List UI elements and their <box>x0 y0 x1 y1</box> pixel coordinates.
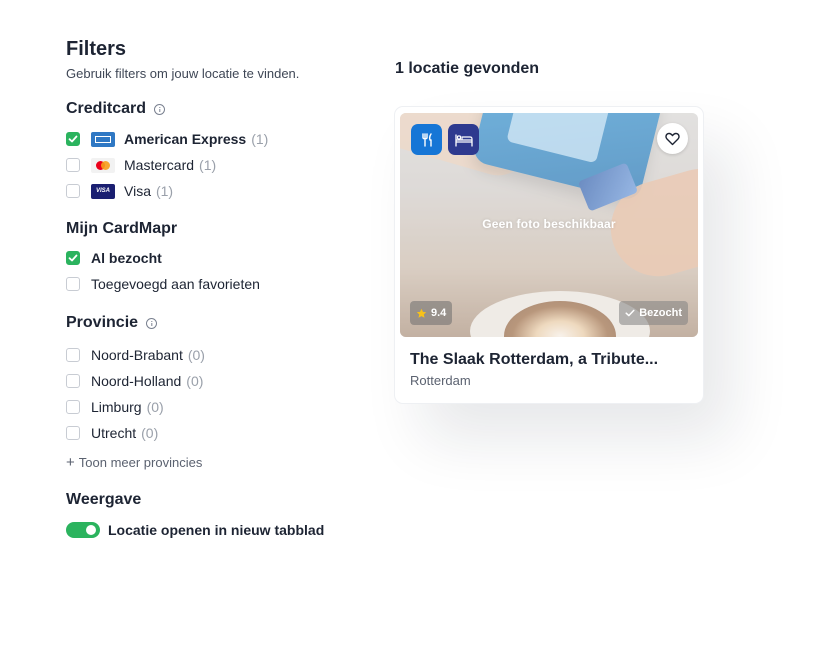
provincie-title: Provincie <box>66 312 366 334</box>
amex-label: American Express <box>124 131 247 147</box>
provincie-section: Provincie Noord-Brabant (0) Noord-Hollan… <box>66 312 366 470</box>
creditcard-title: Creditcard <box>66 98 366 120</box>
utrecht-label: Utrecht <box>91 425 137 441</box>
al-bezocht-label: Al bezocht <box>91 250 162 266</box>
noord-brabant-label: Noord-Brabant <box>91 347 183 363</box>
creditcard-title-text: Creditcard <box>66 100 147 117</box>
filter-amex[interactable]: American Express (1) <box>66 130 366 148</box>
checkbox-favorieten[interactable] <box>66 277 80 291</box>
provincie-title-text: Provincie <box>66 314 139 331</box>
results-count-title: 1 locatie gevonden <box>395 60 540 77</box>
filter-noord-holland[interactable]: Noord-Holland (0) <box>66 372 366 390</box>
checkbox-limburg[interactable] <box>66 400 80 414</box>
star-icon <box>416 308 427 318</box>
checkbox-noord-holland[interactable] <box>66 374 80 388</box>
location-card[interactable]: Geen foto beschikbaar 9.4 Bezocht The Sl… <box>395 107 703 403</box>
checkbox-amex[interactable] <box>66 132 80 146</box>
filter-favorieten[interactable]: Toegevoegd aan favorieten <box>66 275 366 293</box>
weergave-title: Weergave <box>66 491 142 508</box>
visa-count: (1) <box>155 183 174 199</box>
limburg-label: Limburg <box>91 399 142 415</box>
show-more-provinces-link[interactable]: + Toon meer provincies <box>66 455 366 470</box>
location-photo: Geen foto beschikbaar 9.4 Bezocht <box>400 113 698 337</box>
filters-subtitle: Gebruik filters om jouw locatie te vinde… <box>66 66 300 81</box>
favorieten-label: Toegevoegd aan favorieten <box>91 276 260 292</box>
location-title[interactable]: The Slaak Rotterdam, a Tribute... <box>410 351 670 369</box>
visited-badge: Bezocht <box>619 301 688 325</box>
weergave-section: Weergave Locatie openen in nieuw tabblad <box>66 489 366 539</box>
checkbox-utrecht[interactable] <box>66 426 80 440</box>
limburg-count: (0) <box>146 399 164 415</box>
check-icon <box>68 135 78 143</box>
bed-icon <box>448 124 479 155</box>
filter-mastercard[interactable]: Mastercard (1) <box>66 156 366 174</box>
rating-badge: 9.4 <box>410 301 453 325</box>
check-icon <box>625 309 635 317</box>
visa-logo-icon: VISA <box>91 183 115 199</box>
no-photo-text: Geen foto beschikbaar <box>482 217 616 231</box>
filters-sidebar: Filters Gebruik filters om jouw locatie … <box>66 36 366 539</box>
plus-icon: + <box>66 454 75 471</box>
heart-icon <box>665 132 680 145</box>
filter-utrecht[interactable]: Utrecht (0) <box>66 424 366 442</box>
checkbox-visa[interactable] <box>66 184 80 198</box>
fork-knife-icon <box>411 124 442 155</box>
checkbox-mastercard[interactable] <box>66 158 80 172</box>
mastercard-count: (1) <box>199 157 217 173</box>
mastercard-label: Mastercard <box>124 157 195 173</box>
checkbox-al-bezocht[interactable] <box>66 251 80 265</box>
mastercard-logo-icon <box>91 157 115 173</box>
new-tab-toggle-row[interactable]: Locatie openen in nieuw tabblad <box>66 521 366 539</box>
filter-visa[interactable]: VISA Visa (1) <box>66 182 366 200</box>
filter-limburg[interactable]: Limburg (0) <box>66 398 366 416</box>
check-icon <box>68 254 78 262</box>
filters-title: Filters <box>66 38 127 60</box>
rating-value: 9.4 <box>431 307 447 319</box>
noord-holland-label: Noord-Holland <box>91 373 182 389</box>
creditcard-section: Creditcard American Express (1) Masterca… <box>66 98 366 200</box>
info-icon[interactable] <box>146 317 158 329</box>
location-city: Rotterdam <box>410 373 471 388</box>
new-tab-toggle-label: Locatie openen in nieuw tabblad <box>108 522 325 538</box>
info-icon[interactable] <box>154 103 166 115</box>
bed-glyph <box>454 133 473 147</box>
noord-holland-count: (0) <box>186 373 204 389</box>
cardmapr-section: Mijn CardMapr Al bezocht Toegevoegd aan … <box>66 218 366 293</box>
filter-noord-brabant[interactable]: Noord-Brabant (0) <box>66 346 366 364</box>
utrecht-count: (0) <box>141 425 159 441</box>
amex-logo-icon <box>91 131 115 147</box>
visa-label: Visa <box>124 183 151 199</box>
new-tab-toggle[interactable] <box>66 522 100 538</box>
checkbox-noord-brabant[interactable] <box>66 348 80 362</box>
cardmapr-title: Mijn CardMapr <box>66 220 178 237</box>
fork-knife-glyph <box>421 132 432 147</box>
visited-label: Bezocht <box>639 307 682 319</box>
noord-brabant-count: (0) <box>187 347 205 363</box>
favorite-heart-button[interactable] <box>657 123 688 154</box>
show-more-label: Toon meer provincies <box>78 455 203 470</box>
filter-al-bezocht[interactable]: Al bezocht <box>66 249 366 267</box>
amex-count: (1) <box>251 131 269 147</box>
